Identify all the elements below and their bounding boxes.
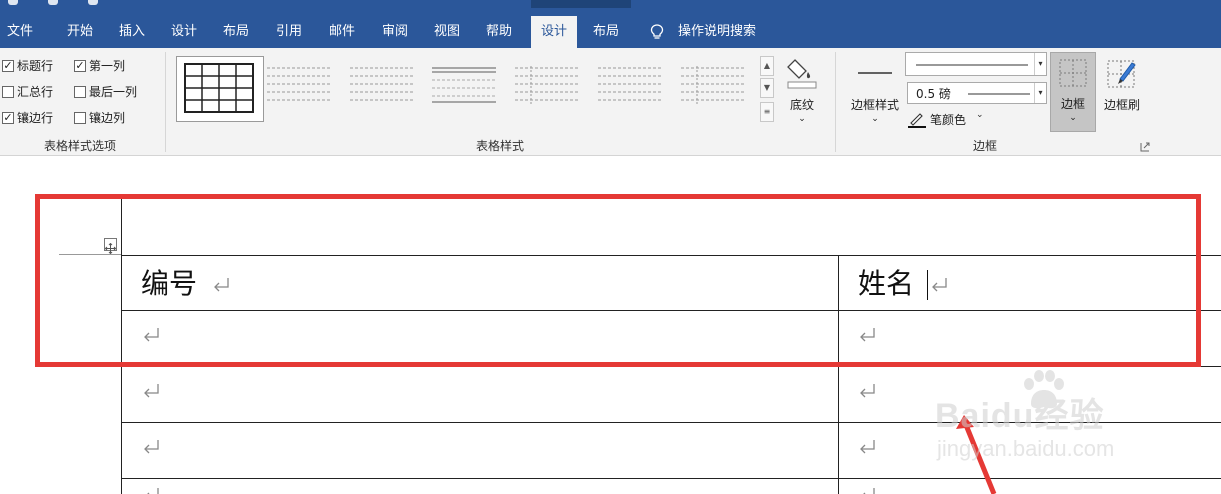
- borders-label: 边框: [1060, 97, 1085, 111]
- paragraph-mark-icon[interactable]: [858, 487, 876, 494]
- paragraph-mark-icon[interactable]: [858, 439, 876, 455]
- group-label-table-styles: 表格样式: [475, 139, 524, 153]
- gallery-more[interactable]: ≡: [760, 102, 774, 122]
- line-style-icon: [858, 72, 892, 74]
- tab-review[interactable]: 审阅: [373, 16, 417, 48]
- highlight-annotation-box: [35, 194, 1201, 367]
- table-style-selected[interactable]: [176, 56, 264, 122]
- word-window: 文件 开始 插入 设计 布局 引用 邮件 审阅 视图 帮助 设计 布局 操作说明…: [0, 0, 1221, 494]
- watermark-url: jingyan.baidu.com: [937, 436, 1115, 461]
- border-painter-icon: [1107, 60, 1136, 88]
- tab-table-design[interactable]: 设计: [531, 16, 577, 48]
- tab-home[interactable]: 开始: [58, 16, 102, 48]
- paint-bucket-icon: [787, 59, 817, 89]
- line-style-dropdown[interactable]: ▾: [905, 52, 1047, 76]
- checkbox-icon[interactable]: [74, 86, 86, 98]
- tab-table-layout[interactable]: 布局: [584, 16, 628, 48]
- shading-label: 底纹: [789, 98, 814, 112]
- checkbox-icon[interactable]: ✓: [2, 112, 14, 124]
- checkbox-label: 最后一列: [89, 85, 138, 99]
- save-icon[interactable]: [8, 0, 18, 5]
- borders-button[interactable]: 边框 ⌄: [1050, 52, 1096, 132]
- pen-color-label: 笔颜色: [930, 113, 967, 127]
- borders-grid-icon: [1059, 59, 1087, 87]
- chevron-down-icon: ⌄: [1069, 113, 1077, 123]
- border-styles-label: 边框样式: [850, 98, 899, 112]
- baidu-watermark: Baidu经验 jingyan.baidu.com: [935, 370, 1165, 470]
- tab-references[interactable]: 引用: [267, 16, 311, 48]
- lightbulb-icon: [650, 24, 664, 39]
- paragraph-mark-icon[interactable]: [142, 383, 160, 399]
- table-row-border: [121, 478, 1221, 479]
- group-separator: [165, 52, 166, 152]
- checkbox-icon[interactable]: [74, 112, 86, 124]
- tab-layout[interactable]: 布局: [214, 16, 258, 48]
- paragraph-mark-icon[interactable]: [858, 383, 876, 399]
- table-style-thumb[interactable]: [679, 62, 747, 110]
- table-style-thumb[interactable]: [596, 62, 664, 110]
- checkbox-icon[interactable]: [2, 86, 14, 98]
- chevron-down-icon: ▾: [1034, 83, 1046, 103]
- tab-help[interactable]: 帮助: [477, 16, 521, 48]
- tab-file[interactable]: 文件: [0, 16, 40, 48]
- gallery-scroll-down[interactable]: ▼: [760, 78, 774, 98]
- table-style-thumb[interactable]: [348, 62, 416, 110]
- checkbox-label: 第一列: [89, 59, 126, 73]
- checkbox-label: 标题行: [17, 59, 54, 73]
- ribbon: ✓ 标题行 ✓ 第一列 汇总行 最后一列 ✓ 镶边行 镶边列 表格样式选项 ▲ …: [0, 48, 1221, 156]
- group-label-style-options: 表格样式选项: [43, 139, 116, 153]
- chevron-down-icon: ⌄: [871, 114, 879, 124]
- table-tools-indicator: [531, 0, 631, 8]
- checkbox-label: 镶边列: [89, 111, 126, 125]
- group-label-borders: 边框: [972, 139, 997, 153]
- dialog-launcher-icon[interactable]: [1140, 142, 1150, 152]
- checkbox-icon[interactable]: ✓: [2, 60, 14, 72]
- watermark-brand: Baidu经验: [935, 397, 1105, 435]
- chevron-down-icon: ⌄: [798, 114, 806, 124]
- table-style-thumb[interactable]: [513, 62, 581, 110]
- redo-icon[interactable]: [88, 0, 98, 5]
- table-style-thumb[interactable]: [265, 62, 333, 110]
- ribbon-tabs: 文件 开始 插入 设计 布局 引用 邮件 审阅 视图 帮助 设计 布局 操作说明…: [0, 8, 1221, 48]
- gallery-scroll-up[interactable]: ▲: [760, 56, 774, 76]
- line-weight-dropdown[interactable]: 0.5 磅 ▾: [907, 82, 1047, 104]
- border-painter-label: 边框刷: [1103, 98, 1140, 112]
- tell-me-search[interactable]: 操作说明搜索: [650, 16, 790, 48]
- chevron-down-icon: ▾: [1034, 53, 1046, 75]
- tab-mailings[interactable]: 邮件: [320, 16, 364, 48]
- line-weight-value: 0.5 磅: [916, 87, 951, 101]
- title-bar: [0, 0, 1221, 8]
- grid-table-icon: [184, 63, 254, 113]
- chevron-down-icon: ⌄: [976, 110, 984, 120]
- tab-insert[interactable]: 插入: [110, 16, 154, 48]
- tab-design[interactable]: 设计: [162, 16, 206, 48]
- search-label: 操作说明搜索: [678, 24, 757, 39]
- checkbox-label: 镶边行: [17, 111, 54, 125]
- group-separator: [835, 52, 836, 152]
- line-preview-icon: [968, 93, 1030, 95]
- table-style-thumb[interactable]: [430, 62, 498, 110]
- pen-icon: [908, 113, 926, 128]
- undo-icon[interactable]: [48, 0, 58, 5]
- checkbox-label: 汇总行: [17, 85, 54, 99]
- line-preview-icon: [916, 64, 1028, 66]
- tab-view[interactable]: 视图: [425, 16, 469, 48]
- paragraph-mark-icon[interactable]: [142, 487, 160, 494]
- checkbox-icon[interactable]: ✓: [74, 60, 86, 72]
- paragraph-mark-icon[interactable]: [142, 439, 160, 455]
- pen-color-button[interactable]: 笔颜色 ⌄: [908, 110, 998, 130]
